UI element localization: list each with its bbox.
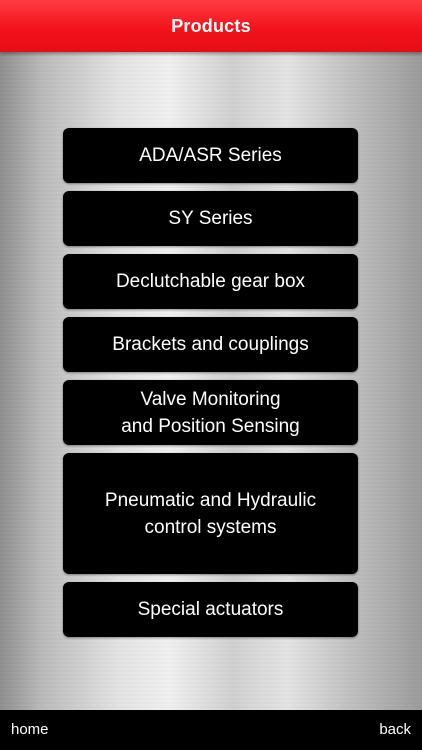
menu-item-label: Special actuators [137, 599, 284, 620]
menu-item-sy-series[interactable]: SY Series [63, 191, 358, 246]
menu-item-label: Valve Monitoring and Position Sensing [121, 388, 300, 437]
page-title: Products [171, 15, 251, 36]
bottom-bar: home back [0, 710, 422, 750]
menu-item-label: SY Series [168, 208, 253, 229]
top-bar: Products [0, 0, 422, 52]
menu-item-ada-asr-series[interactable]: ADA/ASR Series [63, 128, 358, 183]
menu-item-valve-monitoring[interactable]: Valve Monitoring and Position Sensing [63, 380, 358, 445]
menu-item-label: Brackets and couplings [112, 334, 309, 355]
menu-item-pneumatic-hydraulic-control[interactable]: Pneumatic and Hydraulic control systems [63, 453, 358, 574]
back-button[interactable]: back [379, 710, 411, 750]
home-button[interactable]: home [11, 710, 49, 750]
menu-item-label: Pneumatic and Hydraulic control systems [104, 489, 317, 538]
menu-item-brackets-and-couplings[interactable]: Brackets and couplings [63, 317, 358, 372]
menu-item-declutchable-gear-box[interactable]: Declutchable gear box [63, 254, 358, 309]
menu-item-special-actuators[interactable]: Special actuators [63, 582, 358, 637]
menu-item-label: ADA/ASR Series [139, 145, 282, 166]
menu-item-label: Declutchable gear box [115, 271, 306, 292]
